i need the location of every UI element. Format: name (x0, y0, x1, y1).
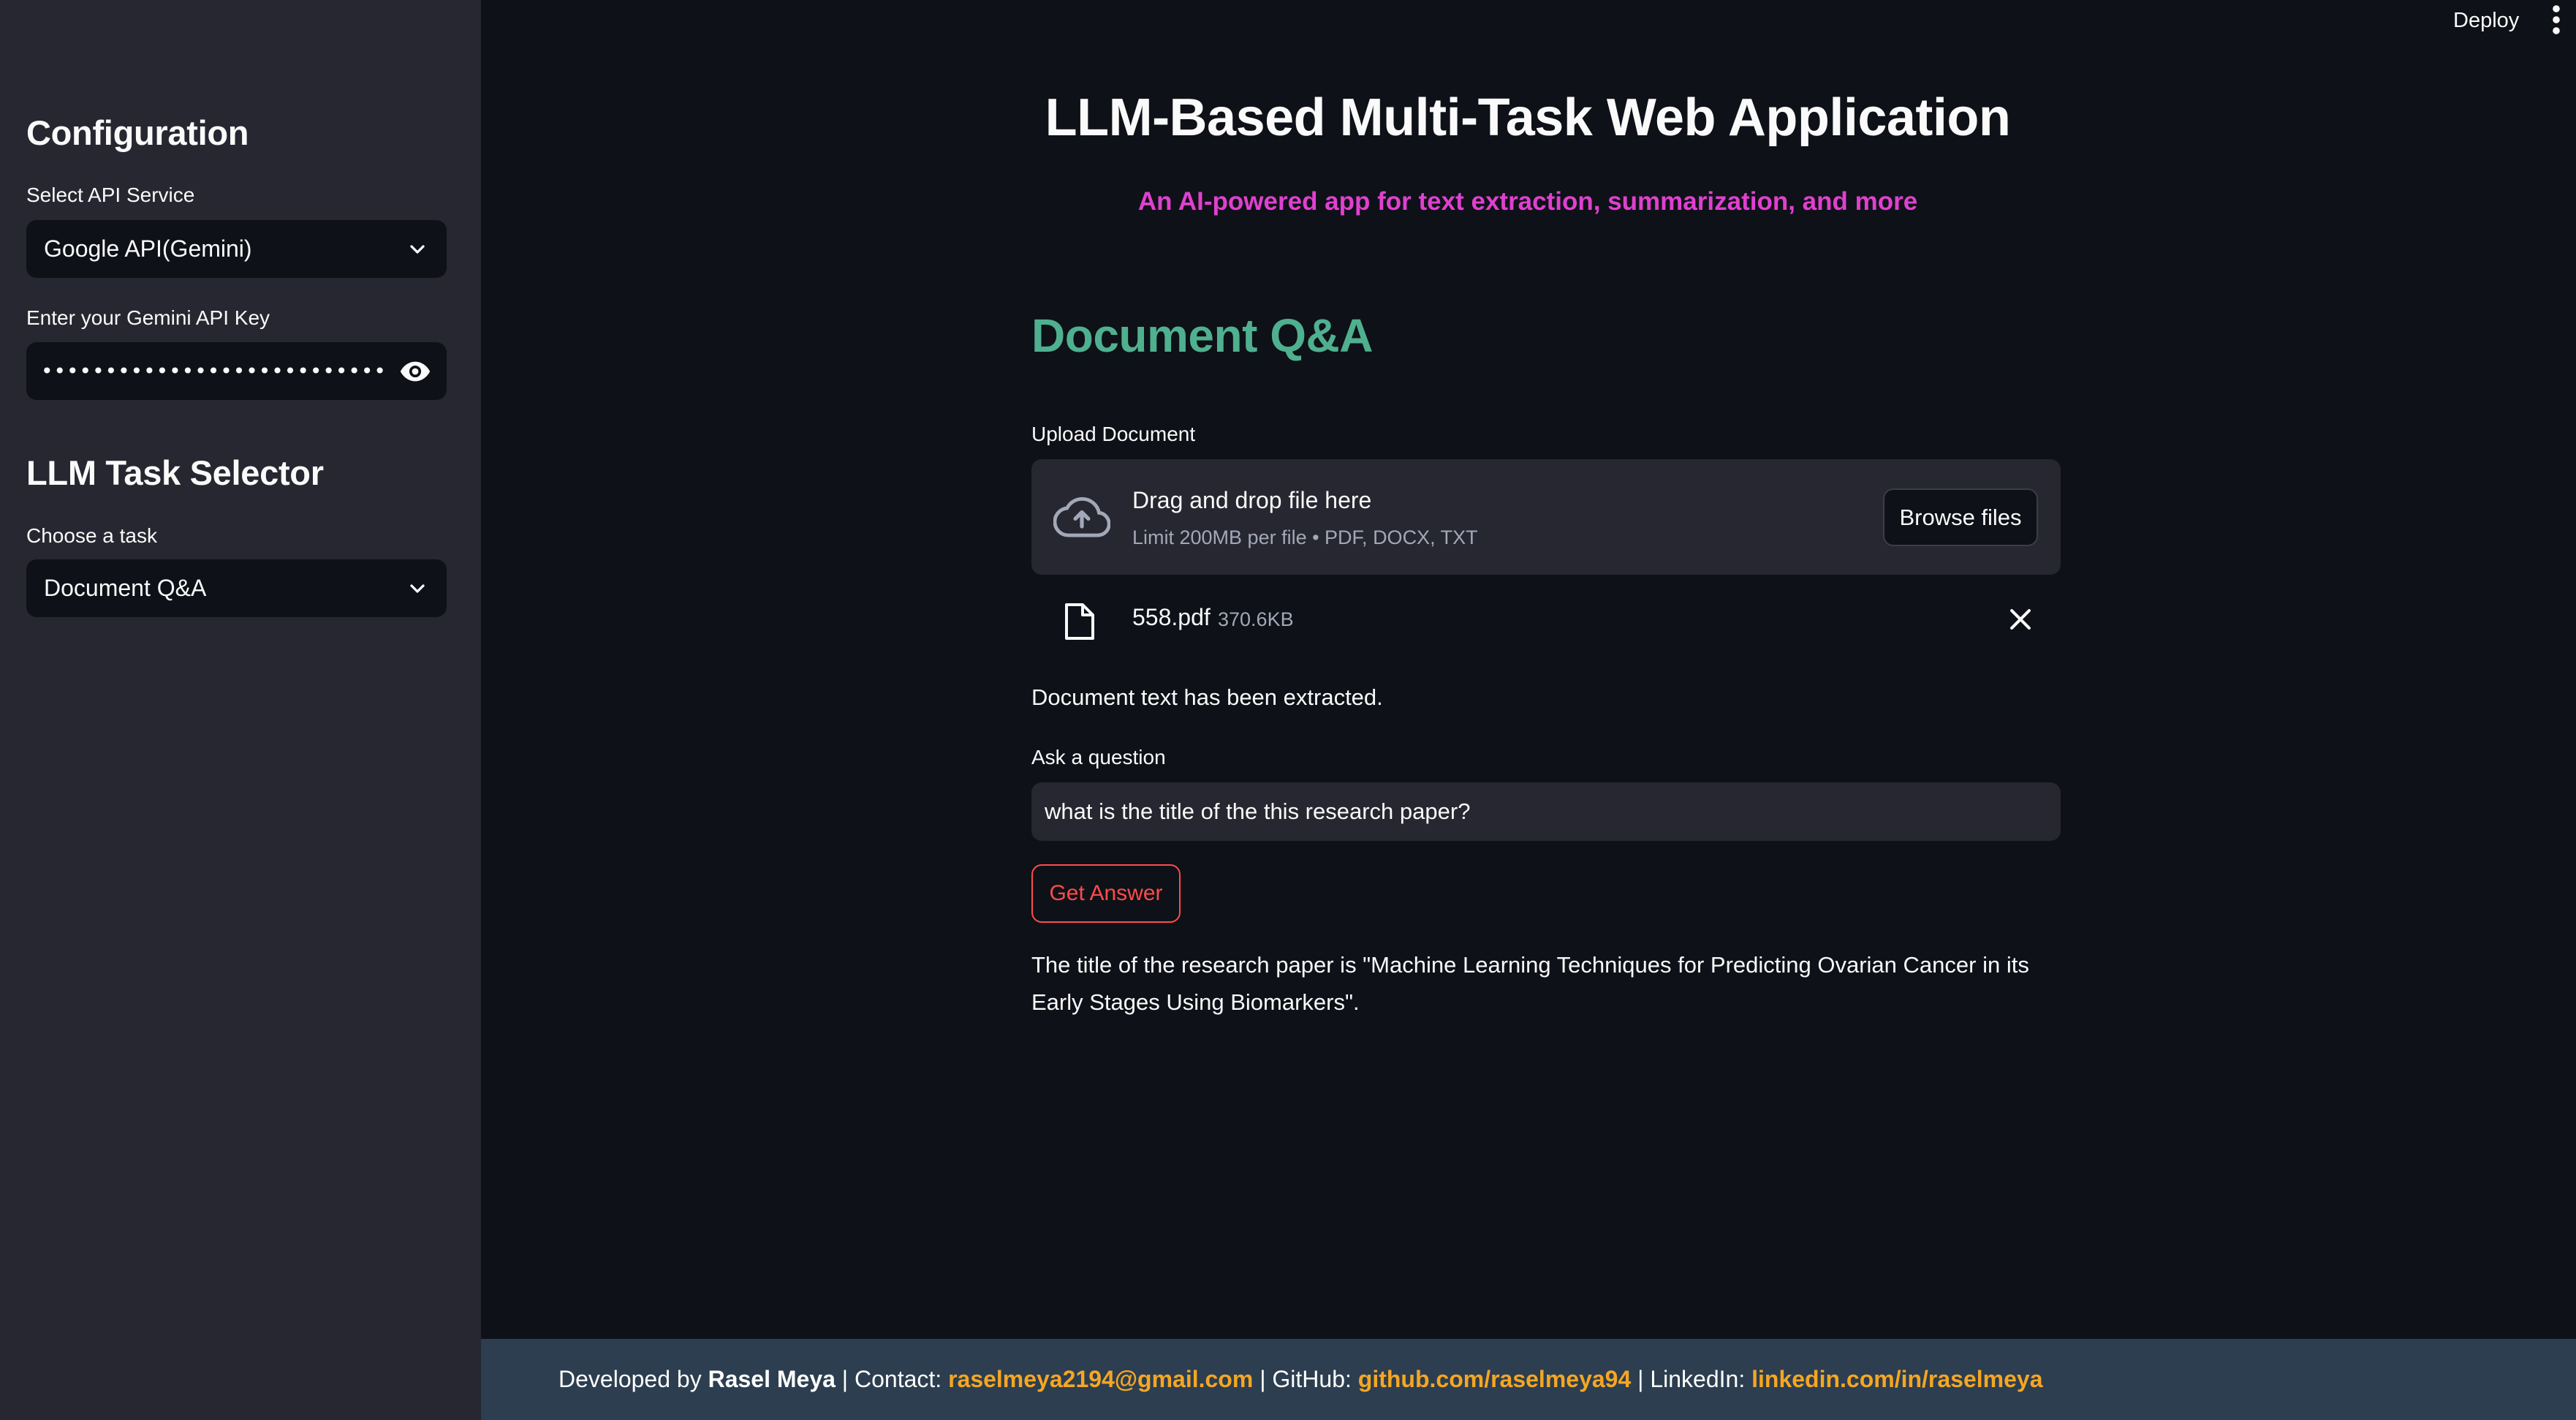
chevron-down-icon (410, 244, 425, 254)
file-size: 370.6KB (1218, 608, 1294, 630)
footer-developed-by: Developed by (558, 1366, 702, 1392)
footer: Developed by Rasel Meya | Contact: rasel… (481, 1339, 2576, 1420)
chevron-down-icon (410, 584, 425, 593)
kebab-menu-icon[interactable] (2549, 4, 2564, 35)
footer-linkedin-label: | LinkedIn: (1637, 1366, 1746, 1392)
eye-icon[interactable] (398, 355, 432, 388)
app-root: Configuration Select API Service Google … (0, 0, 2576, 1420)
footer-contact-label: | Contact: (841, 1366, 942, 1392)
question-label: Ask a question (1031, 746, 1166, 768)
get-answer-button[interactable]: Get Answer (1031, 864, 1181, 923)
api-service-value: Google API(Gemini) (44, 235, 252, 262)
dropzone-title: Drag and drop file here (1132, 487, 1372, 513)
section-title: Document Q&A (1031, 309, 1373, 362)
answer-text: The title of the research paper is "Mach… (1031, 952, 2029, 1015)
api-service-select[interactable]: Google API(Gemini) (26, 220, 447, 278)
dropzone-limit: Limit 200MB per file • PDF, DOCX, TXT (1132, 526, 1478, 548)
footer-text: Developed by Rasel Meya | Contact: rasel… (558, 1339, 2043, 1420)
task-label: Choose a task (26, 524, 157, 547)
close-icon[interactable] (2008, 607, 2033, 632)
api-key-input[interactable] (41, 359, 387, 383)
footer-linkedin-link[interactable]: linkedin.com/in/raselmeya (1751, 1366, 2042, 1393)
question-input[interactable] (1045, 798, 2047, 825)
api-service-label: Select API Service (26, 184, 195, 206)
uploaded-file-row: 558.pdf 370.6KB (1031, 589, 2061, 648)
footer-email-link[interactable]: raselmeya2194@gmail.com (948, 1366, 1253, 1393)
file-name: 558.pdf (1132, 604, 1211, 630)
deploy-button[interactable]: Deploy (2453, 9, 2519, 33)
upload-label: Upload Document (1031, 423, 1196, 445)
task-select[interactable]: Document Q&A (26, 559, 447, 617)
footer-github-link[interactable]: github.com/raselmeya94 (1358, 1366, 1631, 1393)
file-icon (1065, 603, 1094, 640)
api-key-label: Enter your Gemini API Key (26, 306, 270, 329)
question-field (1031, 782, 2061, 841)
task-value: Document Q&A (44, 575, 207, 601)
footer-author: Rasel Meya (708, 1366, 836, 1392)
configuration-heading: Configuration (26, 113, 249, 152)
extraction-status: Document text has been extracted. (1031, 684, 1383, 710)
footer-github-label: | GitHub: (1259, 1366, 1352, 1392)
sidebar: Configuration Select API Service Google … (0, 0, 481, 1420)
task-selector-heading: LLM Task Selector (26, 453, 324, 492)
file-dropzone[interactable]: Drag and drop file here Limit 200MB per … (1031, 459, 2061, 575)
cloud-upload-icon (1053, 496, 1110, 537)
page-subtitle: An AI-powered app for text extraction, s… (1137, 187, 1918, 216)
page-title: LLM-Based Multi-Task Web Application (1045, 88, 2011, 147)
browse-files-button[interactable]: Browse files (1883, 488, 2038, 546)
api-key-field (26, 342, 447, 400)
